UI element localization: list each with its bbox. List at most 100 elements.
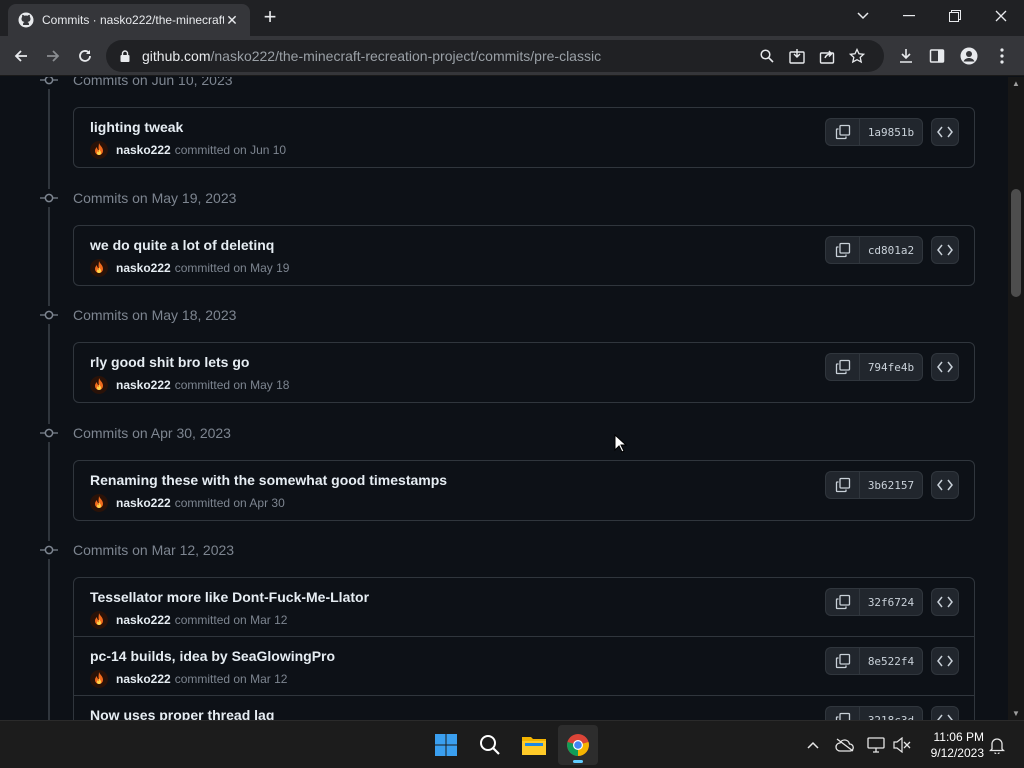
downloads-icon[interactable] xyxy=(891,41,921,71)
commit-message-link[interactable]: we do quite a lot of deletinq xyxy=(90,237,274,253)
copy-icon xyxy=(835,124,851,140)
commit-date-text: committed on May 18 xyxy=(174,378,290,392)
scroll-down-arrow-icon[interactable]: ▼ xyxy=(1012,709,1020,718)
volume-muted-icon[interactable] xyxy=(890,733,914,757)
copy-icon xyxy=(835,242,851,258)
page-scrollbar[interactable]: ▲ ▼ xyxy=(1008,77,1024,720)
commit-message-link[interactable]: lighting tweak xyxy=(90,119,183,135)
author-link[interactable]: nasko222 xyxy=(116,496,171,510)
back-button[interactable] xyxy=(6,41,36,71)
browse-files-button[interactable] xyxy=(931,236,959,264)
search-icon[interactable] xyxy=(752,41,782,71)
avatar[interactable] xyxy=(90,611,108,629)
commit-actions: 8e522f4 xyxy=(825,647,959,675)
forward-button[interactable] xyxy=(38,41,68,71)
avatar[interactable] xyxy=(90,376,108,394)
share-icon[interactable] xyxy=(812,41,842,71)
git-commit-icon xyxy=(40,189,58,207)
taskbar-search-icon[interactable] xyxy=(470,725,510,765)
browse-files-button[interactable] xyxy=(931,118,959,146)
commit-list-box: lighting tweak nasko222 committed on Jun 1… xyxy=(73,107,975,168)
commit-list-box: rly good shit bro lets go nasko222 committ… xyxy=(73,342,975,403)
browser-toolbar: github.com/nasko222/the-minecraft-recrea… xyxy=(0,36,1024,76)
commit-meta: nasko222 committed on Apr 30 xyxy=(90,494,285,512)
copy-icon xyxy=(835,594,851,610)
url-host: github.com xyxy=(142,48,211,64)
commit-sha-link[interactable]: cd801a2 xyxy=(859,236,923,264)
reload-button[interactable] xyxy=(70,41,100,71)
commit-sha-link[interactable]: 32f6724 xyxy=(859,588,923,616)
commit-sha-link[interactable]: 794fe4b xyxy=(859,353,923,381)
profile-icon[interactable] xyxy=(954,41,984,71)
system-clock[interactable]: 11:06 PM 9/12/2023 xyxy=(918,729,984,761)
commit-message-link[interactable]: Now uses proper thread lag xyxy=(90,707,274,720)
browse-files-button[interactable] xyxy=(931,588,959,616)
copy-sha-button[interactable] xyxy=(825,471,859,499)
start-button[interactable] xyxy=(426,725,466,765)
url-text: github.com/nasko222/the-minecraft-recrea… xyxy=(142,48,752,64)
commit-sha-link[interactable]: 3b62157 xyxy=(859,471,923,499)
commit-message-link[interactable]: pc-14 builds, idea by SeaGlowingPro xyxy=(90,648,335,664)
scroll-up-arrow-icon[interactable]: ▲ xyxy=(1012,79,1020,88)
commit-actions: 1a9851b xyxy=(825,118,959,146)
author-link[interactable]: nasko222 xyxy=(116,261,171,275)
copy-sha-button[interactable] xyxy=(825,706,859,720)
copy-sha-button[interactable] xyxy=(825,353,859,381)
avatar[interactable] xyxy=(90,141,108,159)
commit-group-date: Commits on May 19, 2023 xyxy=(73,190,237,206)
install-app-icon[interactable] xyxy=(782,41,812,71)
notifications-bell-icon[interactable] xyxy=(985,733,1009,757)
bookmark-star-icon[interactable] xyxy=(842,41,872,71)
tab-close-icon[interactable]: ✕ xyxy=(224,12,240,28)
restore-button[interactable] xyxy=(932,0,978,32)
browse-files-button[interactable] xyxy=(931,706,959,720)
commit-message-link[interactable]: Renaming these with the somewhat good ti… xyxy=(90,472,447,488)
commit-date-text: committed on May 19 xyxy=(174,261,290,275)
commit-sha-link[interactable]: 3218c3d xyxy=(859,706,923,720)
author-link[interactable]: nasko222 xyxy=(116,378,171,392)
commit-message-link[interactable]: rly good shit bro lets go xyxy=(90,354,249,370)
browse-files-button[interactable] xyxy=(931,353,959,381)
browse-files-button[interactable] xyxy=(931,471,959,499)
commit-group-header: Commits on Mar 12, 2023 xyxy=(40,540,234,560)
avatar[interactable] xyxy=(90,494,108,512)
git-commit-icon xyxy=(40,77,58,89)
browse-files-button[interactable] xyxy=(931,647,959,675)
lock-icon[interactable] xyxy=(118,49,132,63)
commit-meta: nasko222 committed on May 18 xyxy=(90,376,289,394)
git-commit-icon xyxy=(40,541,58,559)
author-link[interactable]: nasko222 xyxy=(116,143,171,157)
new-tab-button[interactable]: + xyxy=(258,6,282,30)
code-icon xyxy=(937,479,953,491)
chrome-taskbar-icon[interactable] xyxy=(558,725,598,765)
side-panel-icon[interactable] xyxy=(922,41,952,71)
commit-sha-link[interactable]: 8e522f4 xyxy=(859,647,923,675)
scrollbar-thumb[interactable] xyxy=(1011,189,1021,297)
commit-sha-link[interactable]: 1a9851b xyxy=(859,118,923,146)
commit-message-link[interactable]: Tessellator more like Dont-Fuck-Me-Llato… xyxy=(90,589,369,605)
copy-sha-button[interactable] xyxy=(825,118,859,146)
commit-row: Renaming these with the somewhat good ti… xyxy=(74,461,974,520)
author-link[interactable]: nasko222 xyxy=(116,672,171,686)
copy-sha-button[interactable] xyxy=(825,236,859,264)
browser-tab[interactable]: Commits · nasko222/the-minecraft-recreat… xyxy=(8,4,250,36)
network-icon[interactable] xyxy=(864,733,888,757)
minimize-button[interactable] xyxy=(886,0,932,32)
close-window-button[interactable] xyxy=(978,0,1024,32)
copy-sha-button[interactable] xyxy=(825,647,859,675)
commit-date-text: committed on Mar 12 xyxy=(174,672,288,686)
show-hidden-icons-icon[interactable] xyxy=(801,733,825,757)
tab-search-icon[interactable] xyxy=(840,0,886,32)
code-icon xyxy=(937,361,953,373)
commit-date-text: committed on Jun 10 xyxy=(174,143,287,157)
more-menu-icon[interactable] xyxy=(987,41,1017,71)
onedrive-icon[interactable] xyxy=(833,733,857,757)
clock-date: 9/12/2023 xyxy=(930,746,984,760)
avatar[interactable] xyxy=(90,259,108,277)
author-link[interactable]: nasko222 xyxy=(116,613,171,627)
commit-list-box: we do quite a lot of deletinq nasko222 com… xyxy=(73,225,975,286)
file-explorer-icon[interactable] xyxy=(514,725,554,765)
copy-sha-button[interactable] xyxy=(825,588,859,616)
avatar[interactable] xyxy=(90,670,108,688)
address-bar[interactable]: github.com/nasko222/the-minecraft-recrea… xyxy=(106,40,884,72)
